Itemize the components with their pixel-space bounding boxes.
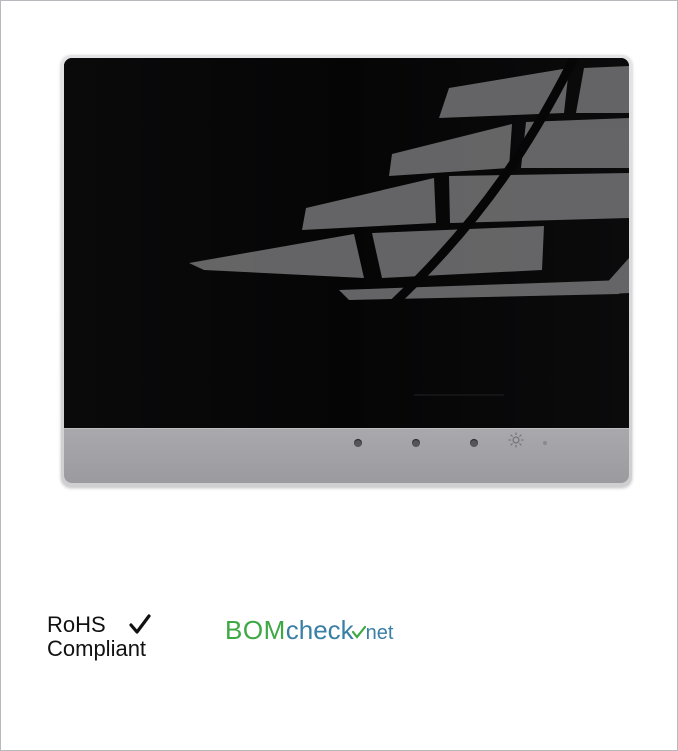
bomcheck-checkmark-icon: [351, 625, 366, 639]
check-icon: [129, 614, 151, 634]
sun-icon: [508, 432, 524, 448]
bomcheck-logo-check: check: [285, 615, 354, 645]
bomcheck-logo-bom: BOM: [225, 615, 286, 645]
screen-reflection: [64, 58, 629, 428]
touch-panel-device: [61, 55, 632, 487]
rohs-compliant-label: Compliant: [47, 636, 147, 661]
rohs-badge: RoHS Compliant: [47, 613, 187, 661]
bomcheck-logo-net: net: [365, 622, 394, 644]
bezel-button-1: [354, 439, 362, 447]
device-screen: [64, 58, 629, 428]
device-bezel: [64, 428, 629, 483]
product-photo-area: [3, 3, 673, 525]
bezel-button-3: [470, 439, 478, 447]
image-frame: RoHS Compliant BOM check net: [0, 0, 678, 751]
status-led: [543, 441, 547, 445]
rohs-label: RoHS: [47, 612, 106, 637]
bomcheck-logo: BOM check net: [225, 615, 393, 648]
bezel-button-2: [412, 439, 420, 447]
